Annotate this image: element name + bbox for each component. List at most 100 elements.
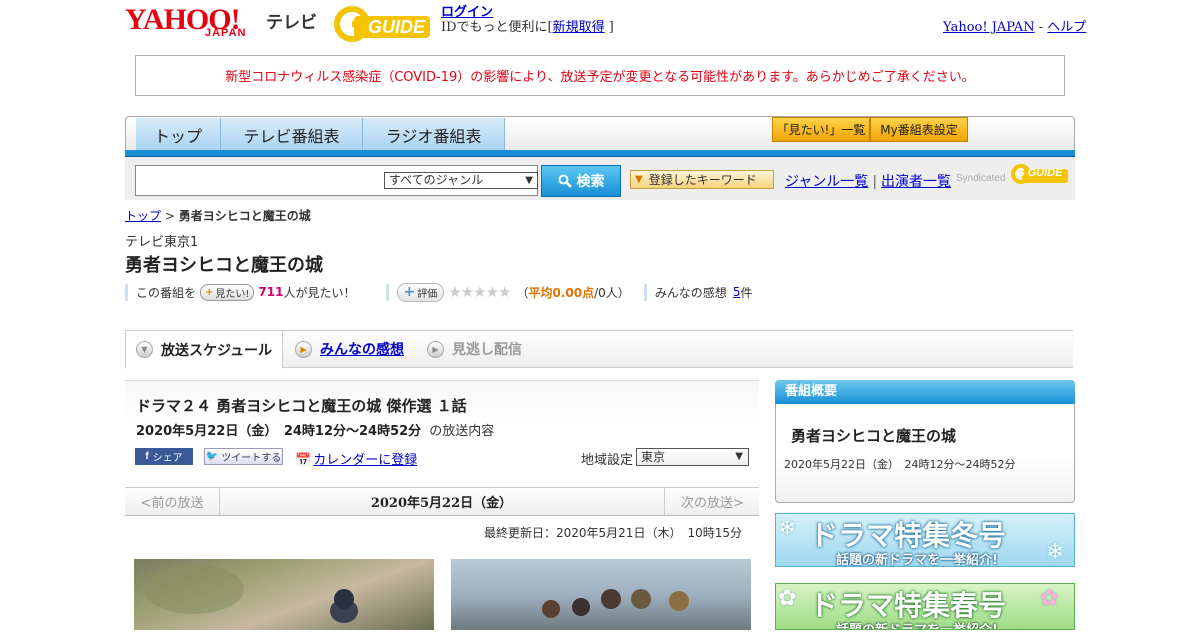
- hyoka-button[interactable]: + 評価: [396, 282, 445, 302]
- genre-list-link[interactable]: ジャンル一覧: [785, 174, 868, 190]
- chevron-down-icon: ▼: [135, 341, 153, 358]
- drama-winter-banner[interactable]: ❄ ❄ ドラマ特集冬号 話題の新ドラマを一挙紹介!: [775, 513, 1075, 567]
- current-broadcast-date: 2020年5月22日（金）: [370, 495, 513, 511]
- program-photo-2[interactable]: [451, 559, 751, 630]
- login-link[interactable]: ログイン: [441, 5, 493, 20]
- plus-icon: +: [205, 286, 214, 298]
- help-link[interactable]: ヘルプ: [1047, 20, 1086, 35]
- nav-tab-radio-guide[interactable]: ラジオ番組表: [363, 118, 505, 151]
- search-links: ジャンル一覧 | 出演者一覧: [785, 171, 951, 191]
- snowflake-icon: ❄: [778, 516, 797, 541]
- average-score: 平均0.00点: [528, 285, 595, 300]
- gguide-logo[interactable]: GUIDE: [334, 6, 434, 42]
- my-bangumi-settings-button[interactable]: My番組表設定: [870, 117, 968, 142]
- registered-keyword-button[interactable]: ▼ 登録したキーワード: [630, 170, 774, 189]
- dropdown-arrow-icon: ▼: [735, 451, 743, 462]
- link-separator-bar: |: [872, 174, 878, 190]
- search-button[interactable]: 検索: [541, 165, 621, 197]
- facebook-share-button[interactable]: f シェア: [135, 448, 193, 465]
- program-summary-time: 2020年5月22日（金） 24時12分～24時52分: [784, 458, 1016, 471]
- star-rating-icon: ★★★★★: [448, 283, 511, 301]
- banner-winter-subtitle: 話題の新ドラマを一挙紹介!: [836, 553, 998, 567]
- keyword-button-label: 登録したキーワード: [648, 173, 757, 187]
- syndicated-gguide-logo: Syndicated G GUIDE: [956, 163, 1068, 187]
- calendar-register-label: カレンダーに登録: [313, 453, 418, 468]
- breadcrumb-top-link[interactable]: トップ: [125, 209, 161, 223]
- kansou-prefix: みんなの感想: [654, 285, 727, 300]
- banner-spring-title: ドラマ特集春号: [810, 589, 1007, 622]
- gguide-logo-text: GUIDE: [368, 17, 426, 37]
- tweet-button-label: ツイートする: [221, 453, 282, 464]
- login-note-suffix: ]: [608, 20, 614, 35]
- facebook-icon: f: [145, 451, 149, 462]
- dropdown-arrow-icon: ▼: [525, 175, 533, 186]
- flower-icon: ✿: [1040, 586, 1059, 611]
- login-note-prefix: IDでもっと便利に[: [441, 20, 553, 35]
- program-summary-title: 勇者ヨシヒコと魔王の城: [791, 427, 957, 445]
- tab-label: 見逃し配信: [452, 342, 522, 358]
- region-select-value: 東京: [641, 450, 666, 464]
- genre-select-value: すべてのジャンル: [389, 173, 484, 187]
- average-people: /0人）: [594, 285, 630, 300]
- snowflake-icon: ❄: [1046, 540, 1065, 565]
- leaf-icon: ✿: [778, 586, 797, 611]
- kansou-count-link[interactable]: 5: [733, 285, 741, 299]
- mitai-button[interactable]: + 見たい!: [200, 283, 255, 301]
- chevron-right-icon: ▶: [295, 340, 312, 358]
- search-icon: [558, 174, 572, 188]
- divider-bar: [385, 283, 389, 301]
- previous-broadcast-link[interactable]: <前の放送: [125, 487, 220, 515]
- next-broadcast-link[interactable]: 次の放送>: [664, 487, 760, 515]
- mitai-count-suffix: 人が見たい！: [283, 285, 356, 300]
- region-label: 地域設定: [581, 453, 634, 468]
- last-updated: 最終更新日：2020年5月21日（木） 10時15分: [484, 526, 742, 540]
- divider-bar: [125, 283, 128, 301]
- yahoo-japan-link[interactable]: Yahoo! JAPAN: [943, 20, 1035, 35]
- tv-logo-text[interactable]: テレビ: [266, 8, 317, 33]
- link-separator: -: [1034, 20, 1048, 35]
- nav-tab-tv-guide[interactable]: テレビ番組表: [221, 118, 363, 151]
- photo-figures-icon: [144, 564, 358, 623]
- nav-tab-top[interactable]: トップ: [136, 118, 221, 151]
- mitai-button-label: 見たい!: [215, 288, 250, 300]
- gguide-small-logo-text: G GUIDE: [1016, 167, 1063, 179]
- channel-name: テレビ東京1: [125, 235, 199, 250]
- covid-notice: 新型コロナウィルス感染症（COVID-19）の影響により、放送予定が変更となる可…: [135, 55, 1065, 96]
- tab-minogashi[interactable]: ▶ 見逃し配信: [427, 331, 522, 367]
- calendar-register-link[interactable]: 📅 カレンダーに登録: [295, 449, 417, 468]
- page-title: 勇者ヨシヒコと魔王の城: [125, 255, 323, 276]
- tab-broadcast-schedule[interactable]: ▼ 放送スケジュール: [125, 330, 283, 369]
- content-tabs: ▼ 放送スケジュール ▶ みんなの感想 ▶ 見逃し配信: [125, 330, 1073, 369]
- drama-spring-banner[interactable]: ✿ ✿ ドラマ特集春号 話題の新ドラマを一挙紹介!: [775, 583, 1075, 630]
- chevron-right-icon: ▶: [427, 340, 444, 358]
- banner-winter-title: ドラマ特集冬号: [810, 519, 1007, 552]
- mitai-count: 711: [258, 285, 284, 299]
- nav-accent-bar: [125, 150, 1075, 157]
- calendar-icon: 📅: [295, 453, 312, 468]
- breadcrumb: トップ > 勇者ヨシヒコと魔王の城: [125, 207, 311, 224]
- rating-row: この番組を + 見たい! 711 人が見たい！ + 評価 ★★★★★ （平均0.00…: [125, 282, 753, 302]
- notice-text: 新型コロナウィルス感染症（COVID-19）の影響により、放送予定が変更となる可…: [225, 70, 975, 85]
- register-link[interactable]: 新規取得: [553, 20, 605, 35]
- plus-icon: +: [403, 284, 416, 300]
- avg-open: （: [516, 285, 529, 300]
- photo-cast-icon: [542, 589, 689, 618]
- login-area: ログイン IDでもっと便利に[新規取得 ]: [441, 5, 614, 35]
- genre-select[interactable]: すべてのジャンル ▼: [384, 172, 538, 189]
- kansou-suffix: 件: [740, 285, 753, 300]
- breadcrumb-current: 勇者ヨシヒコと魔王の城: [178, 209, 311, 223]
- search-button-label: 検索: [576, 174, 605, 190]
- hyoka-button-label: 評価: [417, 288, 438, 300]
- mitai-list-button[interactable]: 「見たい!」一覧: [772, 117, 870, 142]
- program-time: 2020年5月22日（金） 24時12分～24時52分 の放送内容: [136, 420, 494, 439]
- performer-list-link[interactable]: 出演者一覧: [881, 174, 951, 190]
- tweet-button[interactable]: 🐦 ツイートする: [204, 448, 283, 465]
- facebook-share-label: シェア: [152, 453, 183, 464]
- program-photo-1[interactable]: [134, 559, 434, 630]
- region-select[interactable]: 東京 ▼: [636, 448, 749, 466]
- tab-minna-kansou[interactable]: ▶ みんなの感想: [295, 331, 404, 367]
- program-time-value: 2020年5月22日（金） 24時12分～24時52分: [136, 424, 422, 439]
- program-summary-heading: 番組概要: [775, 380, 1075, 404]
- tab-label: 放送スケジュール: [160, 342, 273, 359]
- syndicated-text: Syndicated: [956, 173, 1006, 184]
